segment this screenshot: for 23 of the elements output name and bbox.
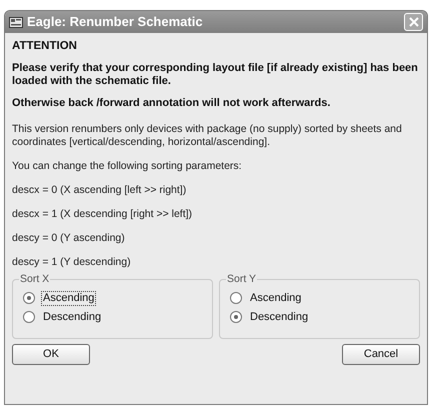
radio-option[interactable]: Descending: [230, 309, 419, 325]
dialog-button[interactable]: Cancel: [342, 344, 420, 365]
radio-option[interactable]: Ascending: [230, 290, 419, 306]
close-icon: [408, 17, 418, 27]
info-text: This version renumbers only devices with package (no supply) sorted by sheets and coordinates [vertical/descending, horizontal/ascending].: [12, 123, 403, 149]
info-text: descy = 0 (Y ascending): [12, 232, 126, 245]
radio-button[interactable]: [23, 311, 35, 323]
window-title: Eagle: Renumber Schematic: [27, 13, 204, 32]
heading: ATTENTION: [12, 39, 78, 53]
warning-text: Otherwise back /forward annotation will not work afterwards.: [12, 97, 332, 110]
close-button[interactable]: [404, 13, 423, 31]
window-icon: [9, 16, 23, 28]
info-text: descx = 1 (X descending [right >> left]): [12, 208, 194, 221]
radio-button[interactable]: [23, 292, 35, 304]
dialog-button[interactable]: OK: [12, 344, 90, 365]
radio-option[interactable]: Ascending: [23, 290, 212, 306]
radio-button[interactable]: [230, 311, 242, 323]
info-text: descy = 1 (Y descending): [12, 256, 132, 269]
radio-option[interactable]: Descending: [23, 309, 212, 325]
radio-button[interactable]: [230, 292, 242, 304]
info-text: You can change the following sorting parameters:: [12, 160, 243, 173]
warning-text: Please verify that your corresponding layout file [if already existing] has been loaded with the schematic file.: [12, 62, 419, 88]
info-text: descx = 0 (X ascending [left >> right]): [12, 184, 188, 197]
